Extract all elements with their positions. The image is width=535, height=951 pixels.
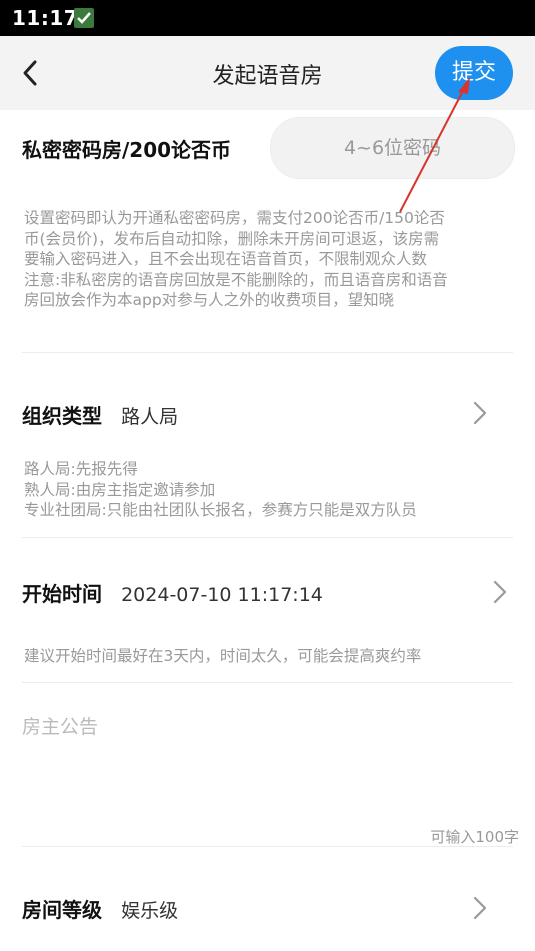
start-time-row[interactable]: 开始时间 2024-07-10 11:17:14 <box>22 578 513 608</box>
start-time-value: 2024-07-10 11:17:14 <box>121 584 323 606</box>
announcement-counter: 可输入100字 <box>430 828 519 846</box>
announcement-textarea[interactable]: 房主公告 <box>22 712 513 812</box>
chevron-right-icon <box>493 580 507 604</box>
hint-line: 路人局:先报先得 <box>24 460 138 478</box>
hint-line: 熟人局:由房主指定邀请参加 <box>24 480 216 499</box>
password-input[interactable]: 4~6位密码 <box>270 117 515 179</box>
hint-line: 注意:非私密房的语音房回放是不能删除的，而且语音房和语音 <box>24 270 448 289</box>
divider <box>22 682 513 683</box>
divider <box>22 352 513 353</box>
org-type-hint: 路人局:先报先得 熟人局:由房主指定邀请参加 专业社团局:只能由社团队长报名，参… <box>24 459 417 521</box>
private-room-hint: 设置密码即认为开通私密密码房，需支付200论否币/150论否 币(会员价)，发布… <box>24 208 448 311</box>
hint-line: 专业社团局:只能由社团队长报名，参赛方只能是双方队员 <box>24 501 417 519</box>
room-level-value: 娱乐级 <box>121 900 179 922</box>
hint-line: 房回放会作为本app对参与人之外的收费项目，望知晓 <box>24 291 395 309</box>
start-time-hint: 建议开始时间最好在3天内，时间太久，可能会提高爽约率 <box>24 647 422 665</box>
divider <box>22 846 513 847</box>
status-time: 11:17 <box>12 6 79 30</box>
notification-check-icon <box>74 8 94 28</box>
start-time-label: 开始时间 <box>22 582 102 606</box>
private-room-label: 私密密码房/200论否币 <box>22 138 232 162</box>
hint-line: 设置密码即认为开通私密密码房，需支付200论否币/150论否 <box>24 209 445 227</box>
submit-button[interactable]: 提交 <box>435 46 513 100</box>
hint-line: 币(会员价)，发布后自动扣除，删除未开房间可退返，该房需 <box>24 229 440 248</box>
room-level-row[interactable]: 房间等级 娱乐级 <box>22 894 513 924</box>
org-type-value: 路人局 <box>121 406 179 428</box>
room-level-label: 房间等级 <box>22 898 102 922</box>
divider <box>22 537 513 538</box>
hint-line: 要输入密码进入，且不会出现在语音首页，不限制观众人数 <box>24 250 428 268</box>
app-header: 发起语音房 提交 <box>0 36 535 110</box>
org-type-label: 组织类型 <box>22 404 102 428</box>
org-type-row[interactable]: 组织类型 路人局 <box>22 400 513 430</box>
status-bar: 11:17 <box>0 0 535 36</box>
chevron-right-icon <box>473 896 487 920</box>
chevron-right-icon <box>473 401 487 425</box>
